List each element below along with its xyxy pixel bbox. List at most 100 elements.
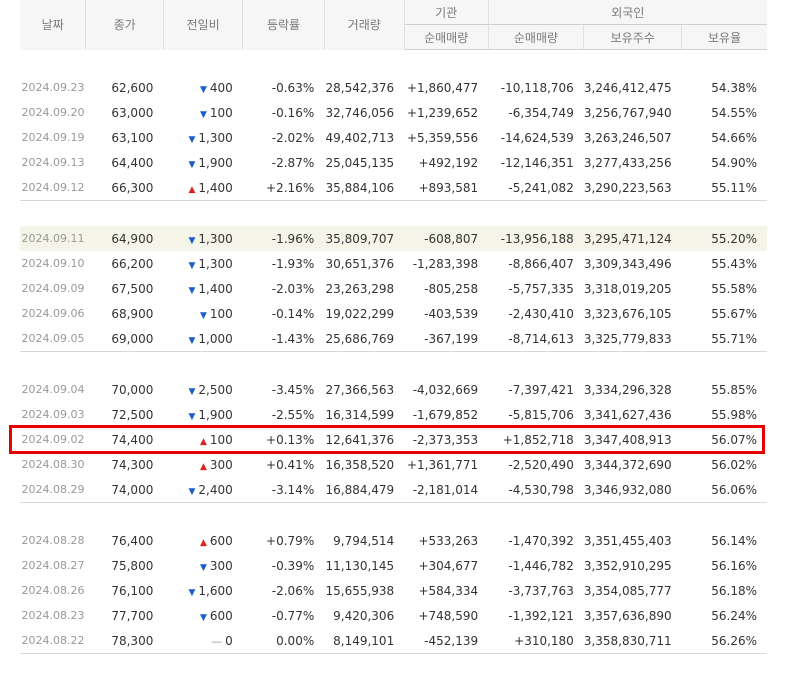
table-row[interactable]: 2024.09.1364,400▼1,900-2.87%25,045,135+4… — [20, 150, 767, 175]
cell-foreign-shares: 3,295,471,124 — [584, 226, 682, 251]
cell-foreign-net: -13,956,188 — [488, 226, 584, 251]
cell-rate: -1.96% — [243, 226, 324, 251]
change-value: 100 — [210, 106, 233, 120]
cell-foreign-ratio: 55.11% — [682, 175, 767, 201]
down-arrow-icon: ▼ — [200, 563, 207, 573]
cell-volume: 27,366,563 — [324, 377, 404, 402]
cell-foreign-ratio: 56.16% — [682, 553, 767, 578]
change-value: 300 — [210, 559, 233, 573]
cell-close: 62,600 — [86, 75, 163, 100]
down-arrow-icon: ▼ — [200, 110, 207, 120]
cell-inst-net: +1,860,477 — [404, 75, 488, 100]
cell-date: 2024.08.22 — [20, 628, 86, 654]
cell-foreign-ratio: 56.06% — [682, 477, 767, 503]
table-row[interactable]: 2024.08.2974,000▼2,400-3.14%16,884,479-2… — [20, 477, 767, 503]
cell-foreign-net: -8,714,613 — [488, 326, 584, 352]
cell-rate: -2.55% — [243, 402, 324, 427]
cell-foreign-ratio: 55.71% — [682, 326, 767, 352]
table-row[interactable]: 2024.09.1066,200▼1,300-1.93%30,651,376-1… — [20, 251, 767, 276]
cell-volume: 30,651,376 — [324, 251, 404, 276]
cell-foreign-ratio: 55.85% — [682, 377, 767, 402]
table-row[interactable]: 2024.08.2278,300—00.00%8,149,101-452,139… — [20, 628, 767, 654]
cell-rate: -0.63% — [243, 75, 324, 100]
cell-foreign-shares: 3,246,412,475 — [584, 75, 682, 100]
change-value: 100 — [210, 307, 233, 321]
down-arrow-icon: ▼ — [188, 336, 195, 346]
cell-date: 2024.09.11 — [20, 226, 86, 251]
table-row[interactable]: 2024.09.1266,300▲1,400+2.16%35,884,106+8… — [20, 175, 767, 201]
cell-change: ▼1,900 — [163, 402, 242, 427]
cell-foreign-net: -12,146,351 — [488, 150, 584, 175]
cell-inst-net: +1,239,652 — [404, 100, 488, 125]
cell-change: ▲300 — [163, 452, 242, 477]
table-row[interactable]: 2024.08.2775,800▼300-0.39%11,130,145+304… — [20, 553, 767, 578]
col-header-foreign-ratio: 보유율 — [682, 25, 767, 50]
cell-close: 67,500 — [86, 276, 163, 301]
cell-change: ▲100 — [163, 427, 242, 452]
group-divider — [20, 503, 767, 529]
table-row[interactable]: 2024.09.0967,500▼1,400-2.03%23,263,298-8… — [20, 276, 767, 301]
cell-rate: -3.14% — [243, 477, 324, 503]
cell-rate: 0.00% — [243, 628, 324, 654]
cell-foreign-shares: 3,344,372,690 — [584, 452, 682, 477]
cell-foreign-net: -1,392,121 — [488, 603, 584, 628]
cell-date: 2024.08.26 — [20, 578, 86, 603]
table-row[interactable]: 2024.09.2362,600▼400-0.63%28,542,376+1,8… — [20, 75, 767, 100]
cell-change: ▲1,400 — [163, 175, 242, 201]
down-arrow-icon: ▼ — [200, 311, 207, 321]
cell-rate: -0.14% — [243, 301, 324, 326]
cell-foreign-shares: 3,318,019,205 — [584, 276, 682, 301]
cell-close: 76,400 — [86, 528, 163, 553]
cell-change: ▼400 — [163, 75, 242, 100]
down-arrow-icon: ▼ — [188, 160, 195, 170]
table-row[interactable]: 2024.08.3074,300▲300+0.41%16,358,520+1,3… — [20, 452, 767, 477]
cell-volume: 9,420,306 — [324, 603, 404, 628]
cell-close: 74,000 — [86, 477, 163, 503]
table-row[interactable]: 2024.09.1963,100▼1,300-2.02%49,402,713+5… — [20, 125, 767, 150]
cell-foreign-shares: 3,354,085,777 — [584, 578, 682, 603]
cell-date: 2024.09.13 — [20, 150, 86, 175]
col-header-volume: 거래량 — [324, 0, 404, 50]
cell-date: 2024.09.09 — [20, 276, 86, 301]
cell-change: ▼2,500 — [163, 377, 242, 402]
table-row[interactable]: 2024.08.2377,700▼600-0.77%9,420,306+748,… — [20, 603, 767, 628]
table-row[interactable]: 2024.09.0470,000▼2,500-3.45%27,366,563-4… — [20, 377, 767, 402]
col-header-date: 날짜 — [20, 0, 86, 50]
cell-rate: +0.79% — [243, 528, 324, 553]
cell-change: ▼1,000 — [163, 326, 242, 352]
col-header-rate: 등락률 — [243, 0, 324, 50]
table-row[interactable]: 2024.09.1164,900▼1,300-1.96%35,809,707-6… — [20, 226, 767, 251]
table-row[interactable]: 2024.08.2876,400▲600+0.79%9,794,514+533,… — [20, 528, 767, 553]
cell-foreign-shares: 3,325,779,833 — [584, 326, 682, 352]
table-row[interactable]: 2024.09.0668,900▼100-0.14%19,022,299-403… — [20, 301, 767, 326]
table-row[interactable]: 2024.09.0372,500▼1,900-2.55%16,314,599-1… — [20, 402, 767, 427]
table-row[interactable]: 2024.08.2676,100▼1,600-2.06%15,655,938+5… — [20, 578, 767, 603]
cell-rate: +2.16% — [243, 175, 324, 201]
cell-foreign-net: +1,852,718 — [488, 427, 584, 452]
cell-foreign-net: -2,520,490 — [488, 452, 584, 477]
table-row[interactable]: 2024.09.0274,400▲100+0.13%12,641,376-2,3… — [20, 427, 767, 452]
cell-foreign-net: -1,470,392 — [488, 528, 584, 553]
cell-inst-net: -1,283,398 — [404, 251, 488, 276]
cell-foreign-ratio: 54.55% — [682, 100, 767, 125]
table-row[interactable]: 2024.09.2063,000▼100-0.16%32,746,056+1,2… — [20, 100, 767, 125]
cell-inst-net: -1,679,852 — [404, 402, 488, 427]
cell-date: 2024.09.04 — [20, 377, 86, 402]
cell-rate: +0.41% — [243, 452, 324, 477]
cell-date: 2024.09.23 — [20, 75, 86, 100]
down-arrow-icon: ▼ — [188, 261, 195, 271]
cell-foreign-net: -5,815,706 — [488, 402, 584, 427]
cell-foreign-ratio: 55.43% — [682, 251, 767, 276]
cell-close: 64,400 — [86, 150, 163, 175]
cell-change: ▼2,400 — [163, 477, 242, 503]
cell-change: ▼1,900 — [163, 150, 242, 175]
cell-inst-net: +533,263 — [404, 528, 488, 553]
cell-date: 2024.08.27 — [20, 553, 86, 578]
cell-rate: -2.02% — [243, 125, 324, 150]
cell-foreign-shares: 3,323,676,105 — [584, 301, 682, 326]
cell-foreign-ratio: 55.67% — [682, 301, 767, 326]
table-header: 날짜 종가 전일비 등락률 거래량 기관 외국인 순매매량 순매매량 보유주수 … — [20, 0, 767, 50]
cell-rate: -3.45% — [243, 377, 324, 402]
table-row[interactable]: 2024.09.0569,000▼1,000-1.43%25,686,769-3… — [20, 326, 767, 352]
col-header-change: 전일비 — [163, 0, 242, 50]
